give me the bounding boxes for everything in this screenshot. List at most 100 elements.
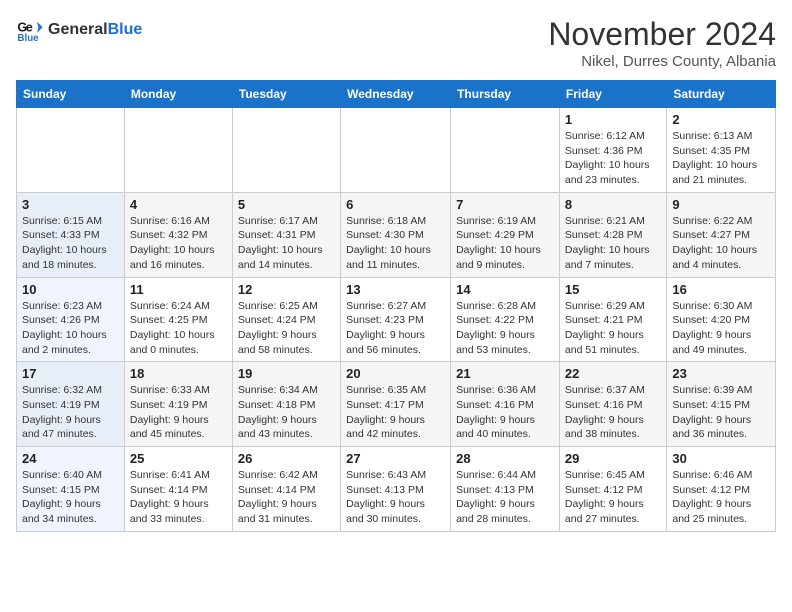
calendar-cell: 3 Sunrise: 6:15 AMSunset: 4:33 PMDaylight… [17,192,125,277]
day-info: Sunrise: 6:19 AMSunset: 4:29 PMDaylight:… [456,214,554,273]
day-info: Sunrise: 6:30 AMSunset: 4:20 PMDaylight:… [672,299,770,358]
logo-icon: G e Blue [16,16,44,44]
day-number: 29 [565,451,661,466]
day-number: 15 [565,282,661,297]
calendar-cell: 4 Sunrise: 6:16 AMSunset: 4:32 PMDaylight… [124,192,232,277]
day-info: Sunrise: 6:13 AMSunset: 4:35 PMDaylight:… [672,129,770,188]
calendar-cell: 24Sunrise: 6:40 AMSunset: 4:15 PMDayligh… [17,447,125,532]
day-number: 30 [672,451,770,466]
location-title: Nikel, Durres County, Albania [548,53,776,70]
weekday-header-monday: Monday [124,81,232,108]
day-info: Sunrise: 6:17 AMSunset: 4:31 PMDaylight:… [238,214,335,273]
week-row-3: 10 Sunrise: 6:23 AMSunset: 4:26 PMDayligh… [17,277,776,362]
logo-text-blue: Blue [108,21,143,38]
svg-text:Blue: Blue [17,33,39,44]
day-number: 18 [130,366,227,381]
day-number: 16 [672,282,770,297]
day-info: Sunrise: 6:40 AMSunset: 4:15 PMDaylight:… [22,468,119,527]
calendar-cell: 21 Sunrise: 6:36 AMSunset: 4:16 PMDayligh… [451,362,560,447]
day-number: 11 [130,282,227,297]
weekday-header-friday: Friday [559,81,666,108]
calendar-cell: 29Sunrise: 6:45 AMSunset: 4:12 PMDayligh… [559,447,666,532]
calendar-cell [124,108,232,193]
calendar-cell [451,108,560,193]
calendar-cell: 27 Sunrise: 6:43 AMSunset: 4:13 PMDayligh… [341,447,451,532]
calendar-cell: 1 Sunrise: 6:12 AMSunset: 4:36 PMDaylight… [559,108,666,193]
day-info: Sunrise: 6:42 AMSunset: 4:14 PMDaylight:… [238,468,335,527]
calendar-cell: 18 Sunrise: 6:33 AMSunset: 4:19 PMDayligh… [124,362,232,447]
calendar-cell: 11 Sunrise: 6:24 AMSunset: 4:25 PMDayligh… [124,277,232,362]
calendar-cell: 22Sunrise: 6:37 AMSunset: 4:16 PMDayligh… [559,362,666,447]
calendar-cell [232,108,340,193]
day-info: Sunrise: 6:32 AMSunset: 4:19 PMDaylight:… [22,383,119,442]
week-row-2: 3 Sunrise: 6:15 AMSunset: 4:33 PMDaylight… [17,192,776,277]
day-number: 26 [238,451,335,466]
calendar-cell: 25Sunrise: 6:41 AMSunset: 4:14 PMDayligh… [124,447,232,532]
day-info: Sunrise: 6:35 AMSunset: 4:17 PMDaylight:… [346,383,445,442]
calendar-cell: 6Sunrise: 6:18 AMSunset: 4:30 PMDaylight… [341,192,451,277]
day-info: Sunrise: 6:34 AMSunset: 4:18 PMDaylight:… [238,383,335,442]
day-number: 27 [346,451,445,466]
weekday-header-saturday: Saturday [667,81,776,108]
day-info: Sunrise: 6:39 AMSunset: 4:15 PMDaylight:… [672,383,770,442]
day-number: 4 [130,197,227,212]
day-number: 2 [672,112,770,127]
day-number: 21 [456,366,554,381]
day-info: Sunrise: 6:37 AMSunset: 4:16 PMDaylight:… [565,383,661,442]
title-area: November 2024 Nikel, Durres County, Alba… [548,16,776,70]
calendar-cell [341,108,451,193]
calendar-cell: 12Sunrise: 6:25 AMSunset: 4:24 PMDayligh… [232,277,340,362]
calendar-cell: 2 Sunrise: 6:13 AMSunset: 4:35 PMDaylight… [667,108,776,193]
day-number: 12 [238,282,335,297]
day-info: Sunrise: 6:24 AMSunset: 4:25 PMDaylight:… [130,299,227,358]
calendar-cell: 14Sunrise: 6:28 AMSunset: 4:22 PMDayligh… [451,277,560,362]
day-number: 3 [22,197,119,212]
day-info: Sunrise: 6:16 AMSunset: 4:32 PMDaylight:… [130,214,227,273]
day-info: Sunrise: 6:27 AMSunset: 4:23 PMDaylight:… [346,299,445,358]
day-info: Sunrise: 6:21 AMSunset: 4:28 PMDaylight:… [565,214,661,273]
day-info: Sunrise: 6:12 AMSunset: 4:36 PMDaylight:… [565,129,661,188]
week-row-5: 24Sunrise: 6:40 AMSunset: 4:15 PMDayligh… [17,447,776,532]
day-number: 13 [346,282,445,297]
weekday-header-sunday: Sunday [17,81,125,108]
day-info: Sunrise: 6:23 AMSunset: 4:26 PMDaylight:… [22,299,119,358]
day-info: Sunrise: 6:36 AMSunset: 4:16 PMDaylight:… [456,383,554,442]
calendar-cell: 17 Sunrise: 6:32 AMSunset: 4:19 PMDayligh… [17,362,125,447]
day-number: 8 [565,197,661,212]
calendar-cell: 26 Sunrise: 6:42 AMSunset: 4:14 PMDayligh… [232,447,340,532]
day-info: Sunrise: 6:29 AMSunset: 4:21 PMDaylight:… [565,299,661,358]
day-info: Sunrise: 6:41 AMSunset: 4:14 PMDaylight:… [130,468,227,527]
day-info: Sunrise: 6:46 AMSunset: 4:12 PMDaylight:… [672,468,770,527]
calendar-table: SundayMondayTuesdayWednesdayThursdayFrid… [16,80,776,532]
calendar-cell: 13 Sunrise: 6:27 AMSunset: 4:23 PMDayligh… [341,277,451,362]
weekday-header-tuesday: Tuesday [232,81,340,108]
calendar-cell: 7 Sunrise: 6:19 AMSunset: 4:29 PMDaylight… [451,192,560,277]
calendar-cell: 19Sunrise: 6:34 AMSunset: 4:18 PMDayligh… [232,362,340,447]
month-title: November 2024 [548,16,776,53]
day-info: Sunrise: 6:22 AMSunset: 4:27 PMDaylight:… [672,214,770,273]
day-number: 23 [672,366,770,381]
week-row-1: 1 Sunrise: 6:12 AMSunset: 4:36 PMDaylight… [17,108,776,193]
day-info: Sunrise: 6:33 AMSunset: 4:19 PMDaylight:… [130,383,227,442]
day-info: Sunrise: 6:44 AMSunset: 4:13 PMDaylight:… [456,468,554,527]
day-number: 20 [346,366,445,381]
calendar-cell: 20 Sunrise: 6:35 AMSunset: 4:17 PMDayligh… [341,362,451,447]
weekday-header-wednesday: Wednesday [341,81,451,108]
logo: G e Blue GeneralBlue [16,16,142,44]
calendar-cell: 15 Sunrise: 6:29 AMSunset: 4:21 PMDayligh… [559,277,666,362]
day-number: 7 [456,197,554,212]
day-info: Sunrise: 6:43 AMSunset: 4:13 PMDaylight:… [346,468,445,527]
calendar-cell: 10 Sunrise: 6:23 AMSunset: 4:26 PMDayligh… [17,277,125,362]
day-number: 17 [22,366,119,381]
day-number: 10 [22,282,119,297]
weekday-header-thursday: Thursday [451,81,560,108]
day-number: 5 [238,197,335,212]
svg-text:e: e [26,20,33,34]
calendar-cell: 23 Sunrise: 6:39 AMSunset: 4:15 PMDayligh… [667,362,776,447]
page-header: G e Blue GeneralBlue November 2024 Nikel… [16,16,776,70]
week-row-4: 17 Sunrise: 6:32 AMSunset: 4:19 PMDayligh… [17,362,776,447]
day-number: 1 [565,112,661,127]
day-info: Sunrise: 6:15 AMSunset: 4:33 PMDaylight:… [22,214,119,273]
weekday-header-row: SundayMondayTuesdayWednesdayThursdayFrid… [17,81,776,108]
calendar-cell: 5 Sunrise: 6:17 AMSunset: 4:31 PMDaylight… [232,192,340,277]
